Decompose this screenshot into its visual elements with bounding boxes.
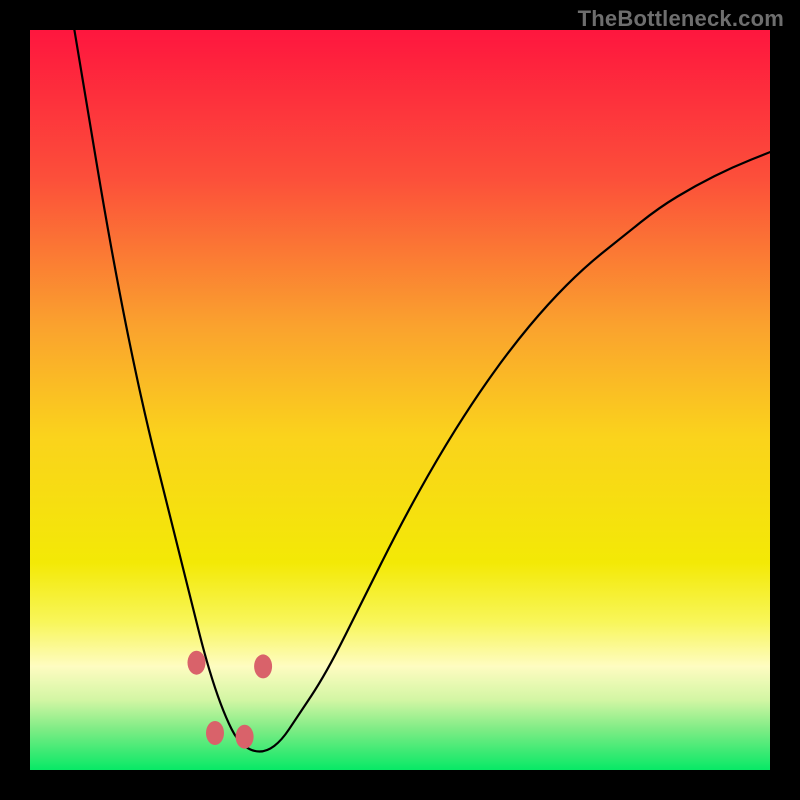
highlight-dot (254, 654, 272, 678)
highlight-dot (236, 725, 254, 749)
highlight-dot (206, 721, 224, 745)
bottleneck-chart (30, 30, 770, 770)
watermark-text: TheBottleneck.com (578, 6, 784, 32)
highlight-dot (188, 651, 206, 675)
chart-frame: TheBottleneck.com (0, 0, 800, 800)
